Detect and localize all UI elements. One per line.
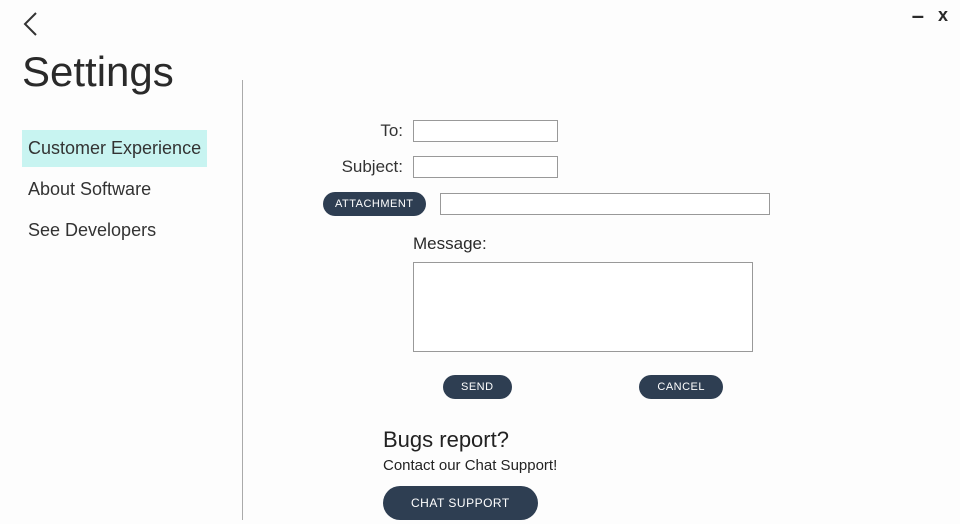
message-textarea[interactable] — [413, 262, 753, 352]
send-button[interactable]: SEND — [443, 375, 512, 399]
chat-support-button[interactable]: CHAT SUPPORT — [383, 486, 538, 520]
sidebar-item-label: See Developers — [28, 220, 156, 240]
content-panel: To: Subject: ATTACHMENT Message: SEND CA… — [243, 120, 863, 520]
to-input[interactable] — [413, 120, 558, 142]
bugs-subtitle: Contact our Chat Support! — [383, 457, 863, 474]
message-label: Message: — [413, 234, 863, 254]
sidebar-item-about-software[interactable]: About Software — [22, 171, 157, 208]
subject-input[interactable] — [413, 156, 558, 178]
sidebar-item-label: About Software — [28, 179, 151, 199]
cancel-button[interactable]: CANCEL — [639, 375, 723, 399]
sidebar-item-label: Customer Experience — [28, 138, 201, 158]
close-icon[interactable]: x — [938, 5, 948, 26]
sidebar: Customer Experience About Software See D… — [22, 120, 242, 520]
bugs-title: Bugs report? — [383, 427, 863, 453]
page-title: Settings — [22, 48, 174, 96]
back-icon[interactable] — [20, 10, 42, 43]
attachment-input[interactable] — [440, 193, 770, 215]
subject-label: Subject: — [323, 157, 403, 177]
sidebar-item-see-developers[interactable]: See Developers — [22, 212, 162, 249]
minimize-icon[interactable]: – — [912, 12, 924, 20]
to-label: To: — [323, 121, 403, 141]
attachment-button[interactable]: ATTACHMENT — [323, 192, 426, 216]
sidebar-item-customer-experience[interactable]: Customer Experience — [22, 130, 207, 167]
